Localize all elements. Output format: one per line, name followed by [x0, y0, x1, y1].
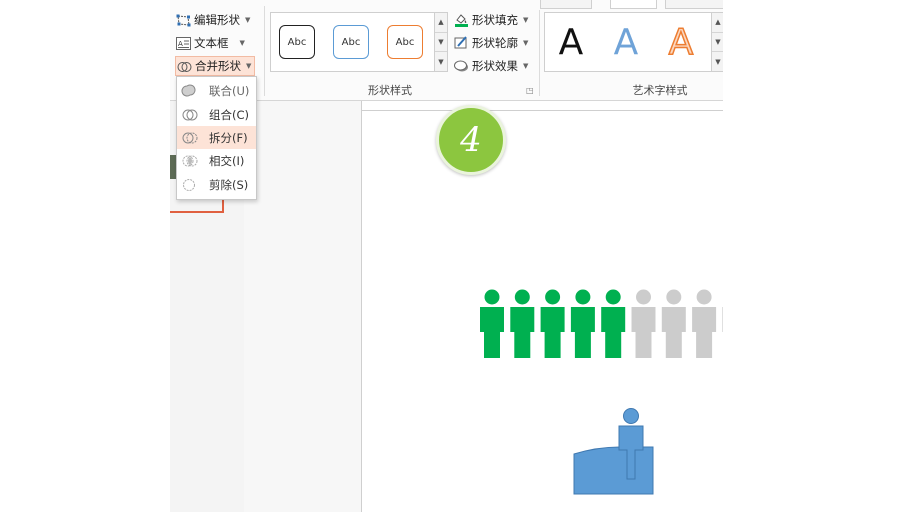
- person-icon: [631, 289, 656, 358]
- shape-outline-button[interactable]: 形状轮廓 ▼: [454, 34, 528, 52]
- merge-shapes-icon: [177, 60, 192, 73]
- chevron-down-icon: ▼: [239, 39, 245, 47]
- wordart-sample-orange[interactable]: A: [657, 18, 705, 66]
- shape-fill-icon: [454, 13, 469, 27]
- scroll-down-icon[interactable]: ▼: [435, 33, 447, 53]
- menu-item-intersect[interactable]: 相交(I): [177, 149, 256, 172]
- group-divider: [539, 10, 540, 96]
- menu-item-fragment[interactable]: 拆分(F): [177, 126, 256, 149]
- text-box-button[interactable]: A 文本框 ▼: [176, 34, 245, 52]
- shape-outline-icon: [454, 36, 469, 50]
- shape-style-gallery[interactable]: Abc Abc Abc ▲ ▼ ▼: [270, 12, 448, 72]
- shape-fill-button[interactable]: 形状填充 ▼: [454, 11, 528, 29]
- person-icon: [510, 289, 535, 358]
- person-icon-row: [480, 289, 723, 358]
- shape-effects-label: 形状效果: [472, 59, 518, 73]
- person-icon: [601, 289, 626, 358]
- shape-style-sample-3[interactable]: Abc: [387, 25, 423, 59]
- shape-outline-label: 形状轮廓: [472, 36, 518, 50]
- group-divider: [264, 6, 265, 96]
- shape-fill-label: 形状填充: [472, 13, 518, 27]
- menu-item-union[interactable]: 联合(U): [177, 79, 256, 102]
- shape-styles-group-label: 形状样式: [368, 84, 412, 97]
- menu-item-label: 剪除(S): [209, 177, 249, 192]
- chevron-down-icon: ▼: [245, 16, 251, 24]
- wordart-sample-blue[interactable]: A: [602, 18, 650, 66]
- shape-style-sample-text: Abc: [395, 36, 415, 48]
- shape-style-sample-2[interactable]: Abc: [333, 25, 369, 59]
- slide-canvas[interactable]: [361, 110, 723, 512]
- shape-effects-icon: [454, 59, 469, 73]
- chevron-down-icon: ▼: [523, 62, 529, 70]
- chevron-down-icon: ▼: [523, 39, 529, 47]
- menu-item-label: 拆分(F): [209, 130, 248, 145]
- step-number-badge: 4: [436, 105, 506, 175]
- combine-icon: [181, 106, 199, 124]
- wordart-styles-group-label: 艺术字样式: [632, 84, 688, 97]
- ribbon-tab-strip: [540, 0, 592, 9]
- shape-style-sample-text: Abc: [341, 36, 361, 48]
- union-icon: [181, 82, 199, 100]
- scroll-up-icon[interactable]: ▲: [712, 13, 723, 33]
- shape-style-gallery-scroll[interactable]: ▲ ▼ ▼: [434, 13, 447, 71]
- ribbon-tab-strip: [665, 0, 723, 9]
- person-icon: [480, 289, 504, 358]
- person-icon: [661, 289, 686, 358]
- shape-style-sample-text: Abc: [287, 36, 307, 48]
- slide-graphics: [480, 289, 723, 495]
- person-icon: [692, 289, 717, 358]
- wordart-sample-black[interactable]: A: [547, 18, 595, 66]
- chevron-down-icon: ▼: [246, 62, 252, 70]
- ribbon-tab-strip: [610, 0, 657, 9]
- scroll-up-icon[interactable]: ▲: [435, 13, 447, 33]
- menu-item-label: 组合(C): [209, 107, 250, 122]
- edit-shape-button[interactable]: 编辑形状 ▼: [176, 11, 250, 29]
- gallery-more-icon[interactable]: ▼: [712, 52, 723, 71]
- menu-item-label: 联合(U): [209, 83, 250, 98]
- shape-style-sample-1[interactable]: Abc: [279, 25, 315, 59]
- subtract-icon: [181, 176, 199, 194]
- fragment-icon: [181, 129, 199, 147]
- menu-item-subtract[interactable]: 剪除(S): [177, 173, 256, 196]
- text-box-label: 文本框: [194, 36, 229, 50]
- gallery-more-icon[interactable]: ▼: [435, 52, 447, 71]
- text-box-icon: A: [176, 36, 191, 50]
- app-window: 编辑形状 ▼ A 文本框 ▼ 合并形状 ▼ Abc Abc Abc ▲ ▼ ▼: [170, 0, 723, 512]
- edit-shape-label: 编辑形状: [194, 13, 240, 27]
- person-icon: [570, 289, 595, 358]
- shape-effects-button[interactable]: 形状效果 ▼: [454, 57, 528, 75]
- merge-shapes-label: 合并形状: [195, 59, 241, 73]
- person-icon: [540, 289, 565, 358]
- menu-item-combine[interactable]: 组合(C): [177, 103, 256, 126]
- dialog-launcher-icon[interactable]: ◳: [526, 87, 534, 95]
- edit-shape-icon: [176, 14, 191, 27]
- intersect-icon: [181, 152, 199, 170]
- wordart-style-gallery[interactable]: A A A ▲ ▼ ▼: [544, 12, 723, 72]
- merge-shapes-button[interactable]: 合并形状 ▼: [175, 56, 256, 76]
- slide-canvas-margin: [244, 101, 362, 512]
- wordart-gallery-scroll[interactable]: ▲ ▼ ▼: [711, 13, 723, 71]
- svg-text:A: A: [178, 40, 183, 48]
- merged-person-shape[interactable]: [573, 408, 654, 495]
- chevron-down-icon: ▼: [523, 16, 529, 24]
- menu-item-label: 相交(I): [209, 153, 245, 168]
- merge-shapes-menu: 联合(U) 组合(C) 拆分(F) 相交(I) 剪除(S): [176, 76, 257, 200]
- person-icon: [722, 307, 723, 332]
- scroll-down-icon[interactable]: ▼: [712, 33, 723, 53]
